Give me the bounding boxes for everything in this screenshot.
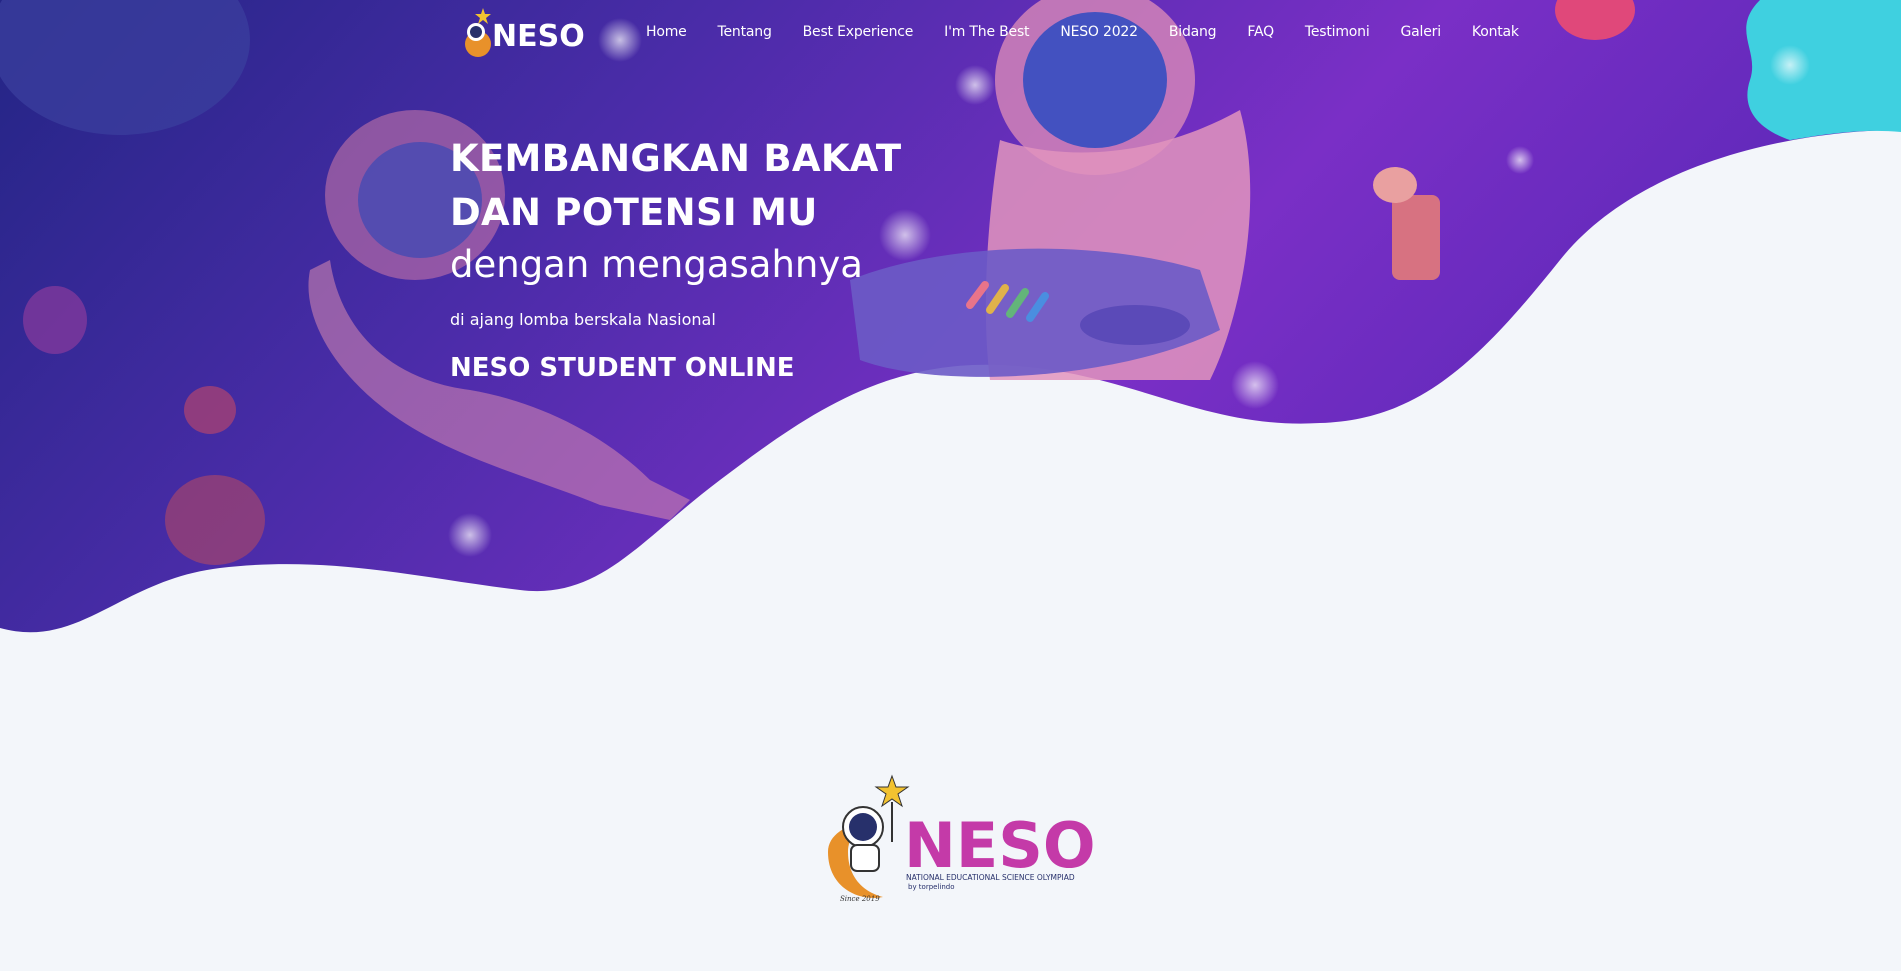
- hero-program-name: NESO STUDENT ONLINE: [450, 353, 795, 383]
- brand-wordmark: NESO: [904, 809, 1096, 882]
- nav-link-tentang[interactable]: Tentang: [718, 24, 772, 40]
- brand-byline: by torpelindo: [908, 883, 955, 891]
- nav-link-neso-2022[interactable]: NESO 2022: [1060, 24, 1138, 40]
- hero-subtitle: dengan mengasahnya: [450, 243, 863, 286]
- logo-wordmark: NESO: [492, 19, 585, 54]
- nav-link-galeri[interactable]: Galeri: [1401, 24, 1442, 40]
- nav-link-best-experience[interactable]: Best Experience: [803, 24, 914, 40]
- brand-since: Since 2019: [840, 895, 880, 903]
- nav-link-testimoni[interactable]: Testimoni: [1305, 24, 1370, 40]
- nav-link-bidang[interactable]: Bidang: [1169, 24, 1217, 40]
- astronaut-logo-icon: NESO: [465, 8, 585, 57]
- hero-headline-block: KEMBANGKAN BAKAT DAN POTENSI MU dengan m…: [450, 132, 901, 383]
- nav-link-kontak[interactable]: Kontak: [1472, 24, 1519, 40]
- hero-title-line-2: DAN POTENSI MU: [450, 191, 818, 234]
- hero-tagline: di ajang lomba berskala Nasional: [450, 310, 716, 329]
- nav-link-home[interactable]: Home: [646, 24, 687, 40]
- brand-subtitle: NATIONAL EDUCATIONAL SCIENCE OLYMPIAD: [906, 873, 1075, 882]
- neso-logo-small[interactable]: NESO: [448, 6, 588, 58]
- navbar: NESO Home Tentang Best Experience I'm Th…: [0, 0, 1901, 70]
- hero-title-line-1: KEMBANGKAN BAKAT: [450, 137, 902, 180]
- nav-link-faq[interactable]: FAQ: [1247, 24, 1274, 40]
- nav-link-im-the-best[interactable]: I'm The Best: [944, 24, 1029, 40]
- main-navigation: Home Tentang Best Experience I'm The Bes…: [646, 24, 1550, 40]
- neso-brand-logo-icon: NESO NATIONAL EDUCATIONAL SCIENCE OLYMPI…: [828, 774, 1096, 903]
- neso-logo-large: NESO NATIONAL EDUCATIONAL SCIENCE OLYMPI…: [818, 772, 1123, 907]
